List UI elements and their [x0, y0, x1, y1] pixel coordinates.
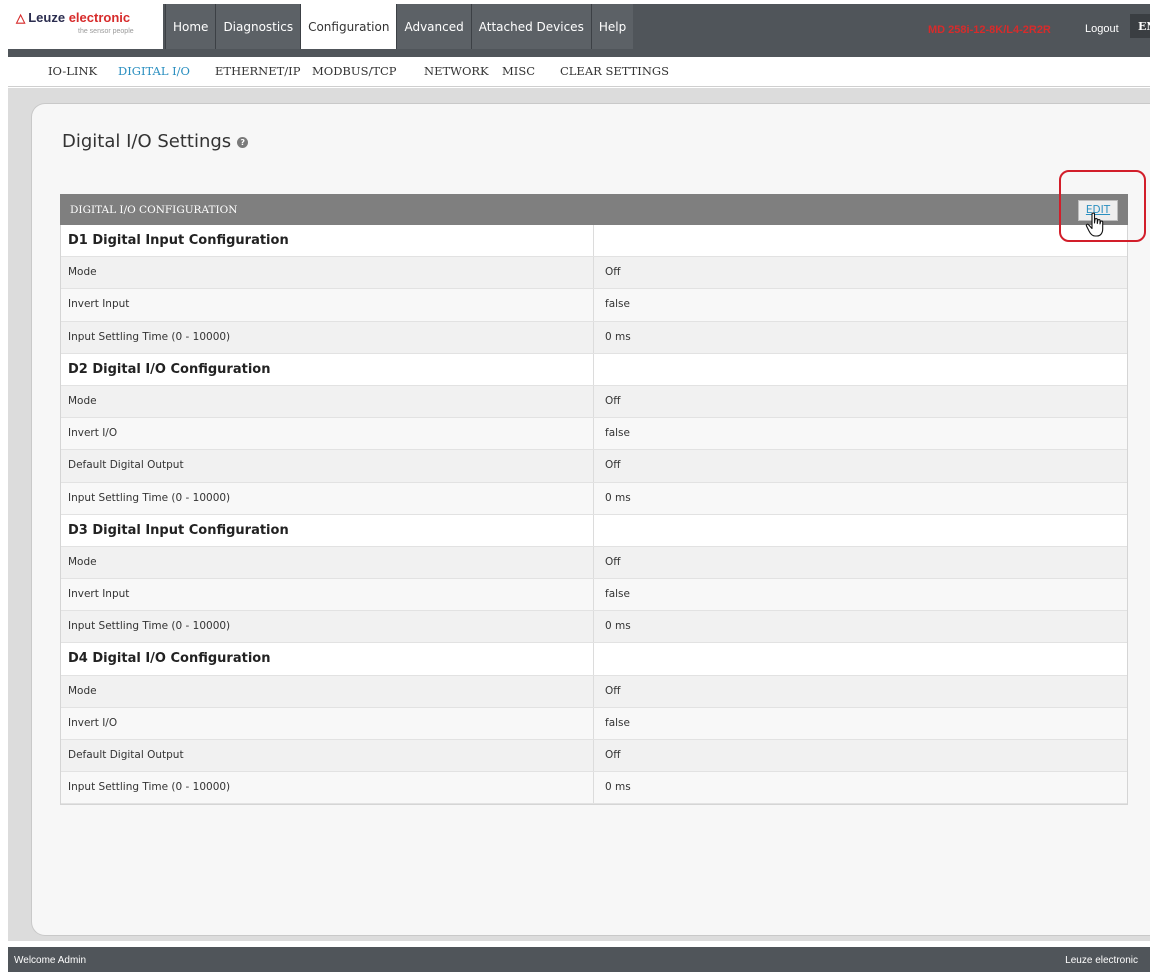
- setting-label: Default Digital Output: [68, 749, 184, 761]
- language-selector[interactable]: EN: [1130, 14, 1150, 38]
- table-row: Default Digital Output Off: [60, 450, 1128, 483]
- welcome-text: Welcome Admin: [14, 955, 87, 966]
- setting-label: Input Settling Time (0 - 10000): [68, 620, 231, 633]
- setting-label: Invert Input: [68, 298, 130, 311]
- page-title: Digital I/O Settings?: [62, 131, 249, 152]
- setting-label: Mode: [68, 394, 97, 407]
- setting-label: Invert Input: [68, 588, 130, 601]
- setting-label: Input Settling Time (0 - 10000): [68, 330, 231, 343]
- device-id: MD 258i-12-8K/L4-2R2R: [928, 24, 1051, 36]
- setting-value: [593, 643, 1128, 675]
- group-label: D2 Digital I/O Configuration: [68, 361, 271, 377]
- footer-brand: Leuze electronic: [1065, 955, 1138, 966]
- setting-label: Default Digital Output: [68, 459, 184, 472]
- nav-configuration[interactable]: Configuration: [300, 4, 397, 49]
- nav-advanced[interactable]: Advanced: [396, 4, 471, 49]
- nav-diagnostics[interactable]: Diagnostics: [215, 4, 301, 49]
- nav-attached-devices[interactable]: Attached Devices: [470, 4, 591, 49]
- group-label: D1 Digital Input Configuration: [68, 233, 289, 248]
- table-row: Invert Input false: [60, 579, 1128, 612]
- setting-value: [593, 353, 1128, 385]
- setting-value: false: [593, 579, 1128, 611]
- subnav-clear-settings[interactable]: CLEAR SETTINGS: [560, 64, 669, 78]
- table-row: Default Digital Output Off: [60, 740, 1128, 773]
- subnav-network[interactable]: NETWORK: [424, 64, 489, 78]
- section-title: DIGITAL I/O CONFIGURATION: [70, 204, 238, 216]
- subnav-misc[interactable]: MISC: [502, 64, 535, 78]
- section-header: DIGITAL I/O CONFIGURATION: [60, 194, 1128, 225]
- help-icon[interactable]: ?: [237, 136, 249, 148]
- setting-label: Input Settling Time (0 - 10000): [68, 491, 231, 504]
- setting-label: Mode: [68, 684, 97, 697]
- table-row: Invert I/O false: [60, 707, 1128, 740]
- setting-value: Off: [593, 675, 1128, 707]
- setting-value: [593, 225, 1128, 257]
- group-row: D4 Digital I/O Configuration: [60, 643, 1128, 676]
- setting-value: Off: [593, 385, 1128, 418]
- setting-value: false: [593, 289, 1128, 321]
- setting-value: 0 ms: [593, 772, 1128, 804]
- subnav-digital-i-o[interactable]: DIGITAL I/O: [118, 64, 190, 78]
- brand-tagline: the sensor people: [78, 28, 134, 35]
- table-row: Invert I/O false: [60, 418, 1128, 451]
- setting-value: 0 ms: [593, 482, 1128, 514]
- logo[interactable]: △ Leuze electronic the sensor people: [8, 4, 163, 49]
- table-row: Input Settling Time (0 - 10000) 0 ms: [60, 482, 1128, 515]
- table-row: Mode Off: [60, 675, 1128, 708]
- logout-link[interactable]: Logout: [1085, 23, 1119, 35]
- main-nav: Home Diagnostics Configuration Advanced Atta…: [165, 4, 634, 49]
- setting-label: Mode: [68, 266, 97, 279]
- setting-value: false: [593, 707, 1128, 739]
- hand-cursor-icon: [1085, 212, 1104, 237]
- setting-value: Off: [593, 546, 1128, 579]
- table-row: Input Settling Time (0 - 10000) 0 ms: [60, 321, 1128, 354]
- table-row: Input Settling Time (0 - 10000) 0 ms: [60, 772, 1128, 805]
- sub-nav: IO-LINK DIGITAL I/O ETHERNET/IP MODBUS/TCP N…: [8, 57, 1150, 87]
- logo-triangle-icon: △: [16, 11, 26, 25]
- subnav-io-link[interactable]: IO-LINK: [48, 64, 97, 78]
- table-row: Mode Off: [60, 546, 1128, 580]
- group-label: D3 Digital Input Configuration: [68, 522, 289, 538]
- group-row: D1 Digital Input Configuration: [60, 225, 1128, 258]
- subnav-modbus-tcp[interactable]: MODBUS/TCP: [312, 64, 397, 78]
- setting-value: 0 ms: [593, 611, 1128, 643]
- top-header: △ Leuze electronic the sensor people Home…: [8, 4, 1150, 57]
- setting-value: 0 ms: [593, 321, 1128, 353]
- setting-value: Off: [593, 450, 1128, 482]
- setting-value: false: [593, 418, 1128, 450]
- setting-label: Input Settling Time (0 - 10000): [68, 781, 231, 794]
- setting-label: Invert I/O: [68, 716, 118, 729]
- setting-label: Mode: [68, 555, 97, 568]
- footer: Welcome Admin Leuze electronic: [8, 947, 1150, 972]
- table-row: Invert Input false: [60, 289, 1128, 322]
- setting-value: Off: [593, 740, 1128, 772]
- setting-value: [593, 514, 1128, 546]
- group-label: D4 Digital I/O Configuration: [68, 651, 271, 667]
- subnav-ethernet-ip[interactable]: ETHERNET/IP: [215, 64, 300, 78]
- config-table: D1 Digital Input Configuration Mode Off Inv…: [60, 225, 1128, 805]
- table-row: Mode Off: [60, 385, 1128, 419]
- setting-label: Invert I/O: [68, 427, 118, 440]
- nav-home[interactable]: Home: [165, 4, 216, 49]
- table-row: Input Settling Time (0 - 10000) 0 ms: [60, 611, 1128, 644]
- table-row: Mode Off: [60, 257, 1128, 290]
- setting-value: Off: [593, 257, 1128, 289]
- brand-name: △ Leuze electronic: [16, 10, 131, 25]
- group-row: D2 Digital I/O Configuration: [60, 353, 1128, 386]
- group-row: D3 Digital Input Configuration: [60, 514, 1128, 547]
- nav-help[interactable]: Help: [590, 4, 634, 49]
